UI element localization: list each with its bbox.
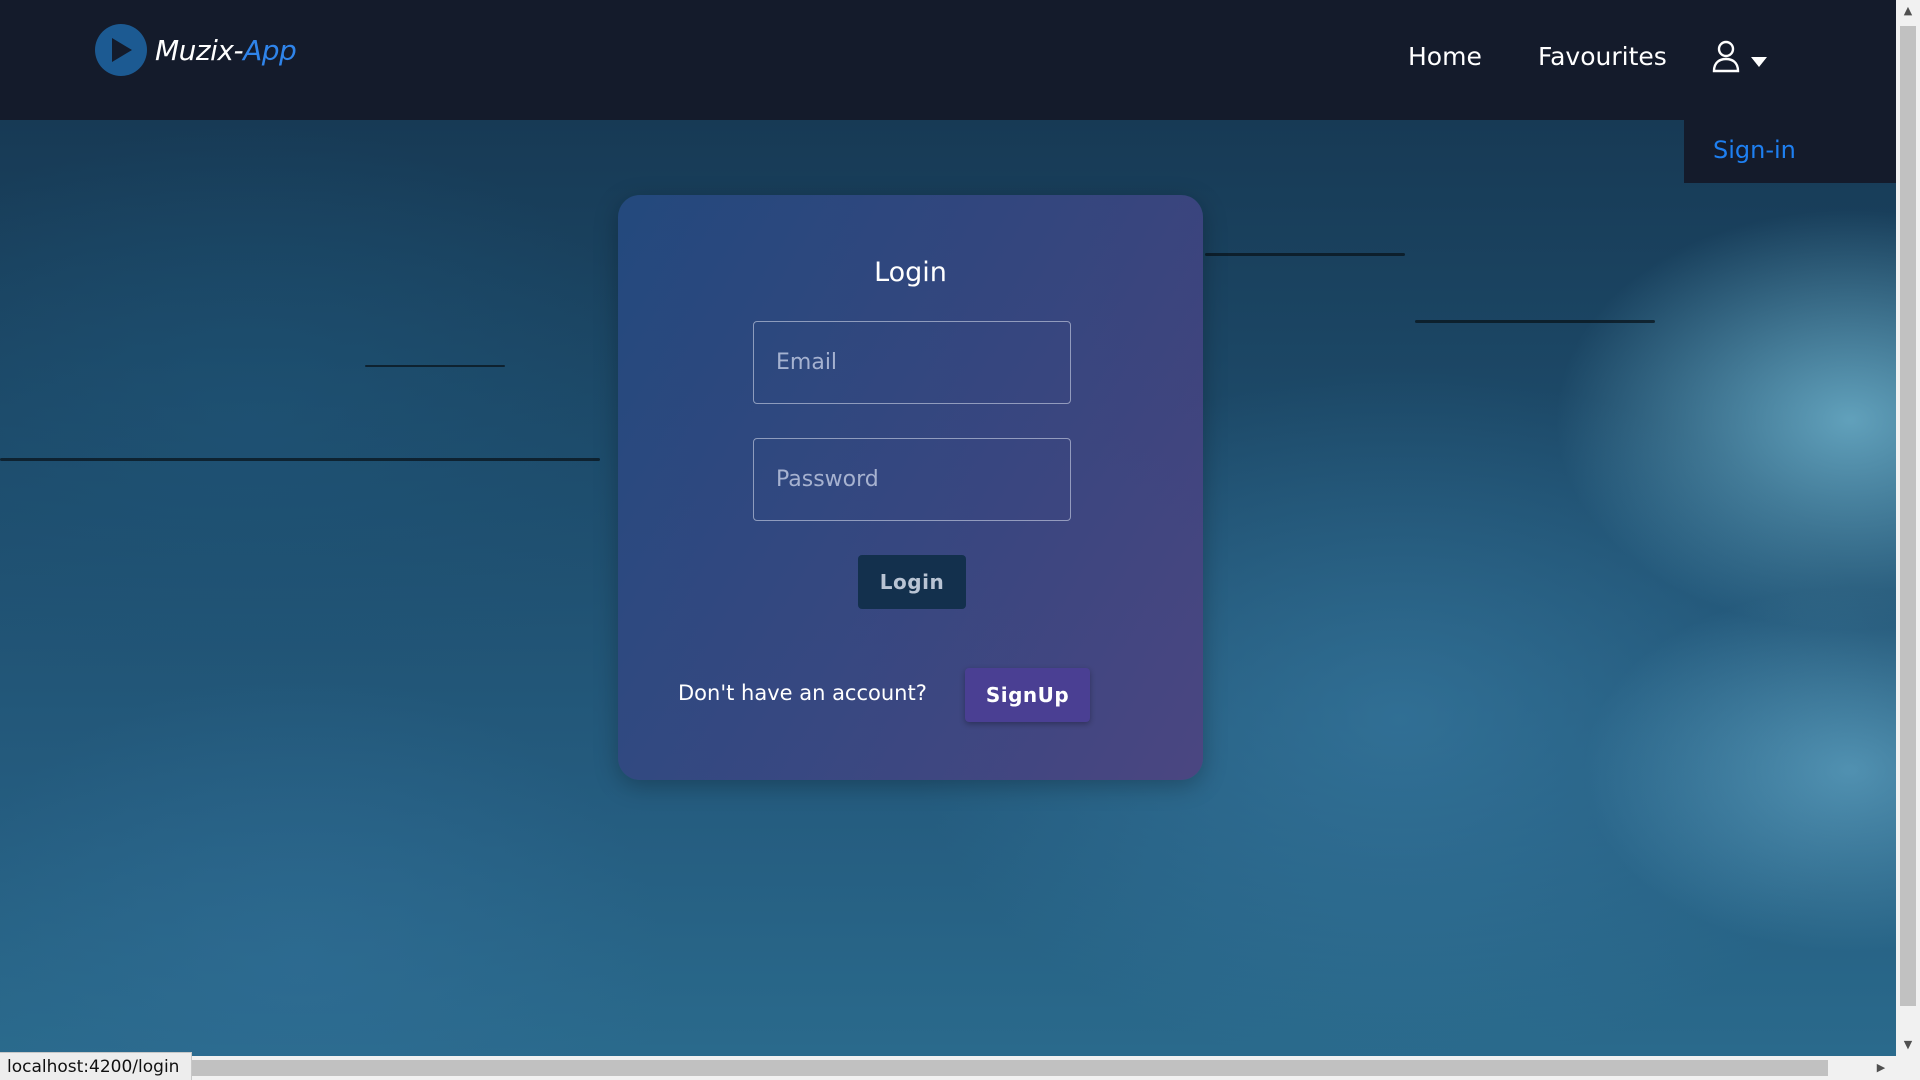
- login-button[interactable]: Login: [858, 555, 966, 609]
- login-title: Login: [874, 257, 947, 288]
- user-icon: [1712, 40, 1740, 79]
- sign-in-link[interactable]: Sign-in: [1713, 136, 1796, 164]
- play-circle-icon: [95, 24, 147, 76]
- background-crack: [1205, 253, 1405, 256]
- background-crack: [1415, 320, 1655, 323]
- user-dropdown-menu: Sign-in: [1684, 120, 1896, 183]
- signup-button[interactable]: SignUp: [965, 668, 1090, 722]
- app-name: Muzix-App: [155, 33, 297, 67]
- app-name-accent: App: [243, 33, 297, 67]
- app-logo[interactable]: Muzix-App: [95, 24, 297, 76]
- horizontal-scroll-thumb[interactable]: [180, 1060, 1828, 1076]
- signup-prompt: Don't have an account?: [678, 681, 927, 705]
- background-crack: [365, 365, 505, 367]
- vertical-scrollbar[interactable]: ▲ ▼: [1896, 0, 1920, 1056]
- nav-favourites-link[interactable]: Favourites: [1538, 42, 1667, 71]
- user-menu-toggle[interactable]: [1712, 40, 1768, 79]
- app-name-main: Muzix-: [155, 33, 244, 67]
- navbar: Muzix-App Home Favourites: [0, 0, 1896, 120]
- scroll-right-arrow-icon[interactable]: ▶: [1870, 1056, 1892, 1080]
- background-crack: [0, 458, 600, 461]
- horizontal-scrollbar[interactable]: ▶: [0, 1056, 1920, 1080]
- vertical-scroll-thumb[interactable]: [1900, 26, 1916, 1006]
- status-bar-url: localhost:4200/login: [0, 1052, 193, 1080]
- caret-down-icon: [1750, 55, 1768, 73]
- password-field[interactable]: [753, 438, 1071, 521]
- scroll-down-arrow-icon[interactable]: ▼: [1896, 1034, 1920, 1056]
- scroll-up-arrow-icon[interactable]: ▲: [1896, 0, 1920, 22]
- nav-home-link[interactable]: Home: [1408, 42, 1482, 71]
- email-field[interactable]: [753, 321, 1071, 404]
- login-card: Login Login Don't have an account? SignU…: [618, 195, 1203, 780]
